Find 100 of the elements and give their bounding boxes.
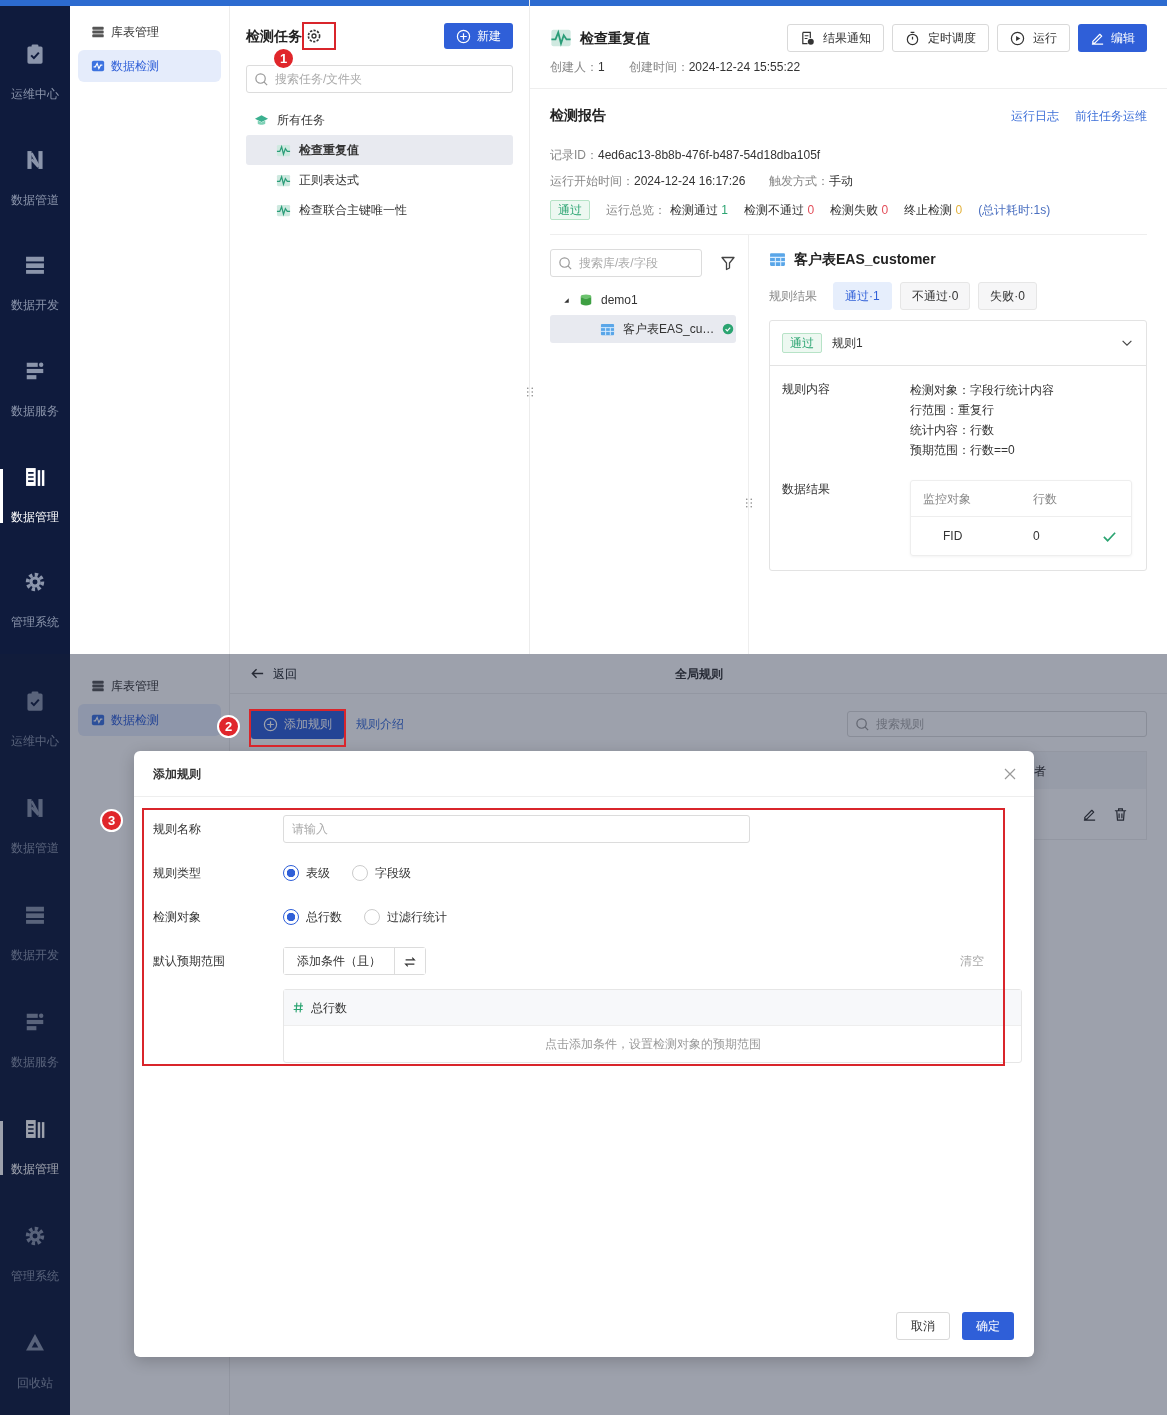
nav-item[interactable]: 运维中心: [0, 20, 70, 126]
dialog-title: 添加规则: [153, 765, 201, 783]
drag-handle-icon[interactable]: [524, 386, 536, 398]
column-header: 监控对象: [922, 490, 972, 508]
status-tag: 通过: [782, 333, 822, 353]
radio-label[interactable]: 表级: [306, 864, 330, 882]
panel-title: 检测任务: [246, 26, 302, 46]
dialog-button[interactable]: 确定: [962, 1312, 1014, 1340]
settings-icon[interactable]: [306, 28, 322, 44]
meta-text: 创建时间：2024-12-24 15:55:22: [628, 59, 801, 76]
search-field[interactable]: 搜索任务/文件夹: [246, 65, 513, 93]
bars-icon: [24, 148, 46, 171]
chart-icon: [91, 59, 105, 73]
radio-label[interactable]: 总行数: [306, 908, 342, 926]
nav-item[interactable]: 管理系统: [0, 548, 70, 654]
rule-detail-text: 检测对象：字段行统计内容: [910, 382, 1055, 399]
tree-item[interactable]: 所有任务: [246, 105, 513, 135]
notify-icon: [800, 30, 815, 46]
server-icon: [91, 25, 105, 39]
new-button[interactable]: 新建: [444, 23, 513, 49]
intro-link[interactable]: 规则介绍: [356, 715, 404, 733]
input-field[interactable]: 请输入: [283, 815, 750, 843]
summary-item: 检测失败 0: [830, 202, 889, 219]
play-icon: [1010, 30, 1025, 46]
toolbar-button[interactable]: 运行: [997, 24, 1070, 52]
chart-icon: [276, 202, 291, 218]
radio-label[interactable]: 过滤行统计: [387, 908, 447, 926]
toolbar-button[interactable]: 结果通知: [787, 24, 884, 52]
rule-detail-text: 统计内容：行数: [910, 422, 995, 439]
filter-tab[interactable]: 不通过·0: [899, 282, 971, 310]
drag-handle-icon[interactable]: [743, 497, 755, 509]
field-label: 检测对象: [153, 909, 202, 926]
duration-text: (总计耗时:1s): [978, 202, 1051, 219]
sidebar-item[interactable]: 库表管理: [78, 16, 221, 48]
empty-hint: 点击添加条件，设置检测对象的预期范围: [543, 1036, 762, 1053]
search-icon: [855, 716, 870, 732]
add-rule-button[interactable]: 添加规则: [251, 709, 344, 739]
table-cell-text: FID: [942, 528, 964, 545]
radio-button[interactable]: [283, 909, 299, 925]
summary-item: 检测不通过 0: [744, 202, 815, 219]
nav-item[interactable]: 数据管道: [0, 125, 70, 232]
table-title: 客户表EAS_customer: [794, 250, 936, 269]
tree-item[interactable]: demo1: [550, 285, 736, 315]
table-cell-text: 0: [1032, 528, 1041, 545]
gear-icon: [24, 1224, 46, 1247]
search-icon: [558, 255, 573, 271]
report-link[interactable]: 运行日志: [1011, 106, 1059, 125]
nav-item[interactable]: 数据服务: [0, 337, 70, 443]
meta-text: 创建人：1: [550, 59, 605, 76]
column-header: 行数: [1032, 490, 1057, 508]
page-title: 全局规则: [673, 665, 724, 683]
hash-icon: [292, 1001, 305, 1014]
sidebar-item[interactable]: 库表管理: [78, 670, 221, 702]
sidebar-item[interactable]: 数据检测: [78, 50, 221, 82]
delete-icon[interactable]: [1113, 806, 1128, 822]
radio-label[interactable]: 字段级: [375, 864, 411, 882]
radio-button[interactable]: [283, 865, 299, 881]
gear-icon: [24, 571, 46, 594]
task-title: 检查重复值: [580, 28, 650, 48]
back-link[interactable]: 返回: [250, 664, 330, 683]
dialog-button[interactable]: 取消: [896, 1312, 950, 1340]
toolbar-button[interactable]: 编辑: [1078, 24, 1147, 52]
rule-detail-text: 预期范围：行数==0: [910, 442, 1016, 459]
clipboard-icon: [24, 42, 46, 65]
chart-icon: [276, 172, 291, 188]
field-label: 数据结果: [782, 481, 831, 498]
report-link[interactable]: 前往任务运维: [1075, 106, 1147, 125]
info-text: 触发方式：手动: [769, 173, 854, 190]
summary-item: 检测通过 1: [670, 202, 729, 219]
swap-button[interactable]: [394, 948, 425, 974]
filter-tab[interactable]: 通过·1: [833, 282, 892, 310]
column-header: 者: [1034, 762, 1046, 780]
search-field[interactable]: 搜索库/表/字段: [550, 249, 702, 277]
info-text: 运行开始时间：2024-12-24 16:17:26: [550, 173, 746, 190]
server-icon: [91, 679, 105, 693]
sidebar-item[interactable]: 数据检测: [78, 704, 221, 736]
filter-tab[interactable]: 失败·0: [978, 282, 1037, 310]
status-tag: 通过: [550, 200, 590, 220]
book-icon: [24, 465, 46, 488]
rule-name: 规则1: [832, 335, 864, 352]
chart-icon: [91, 713, 105, 727]
server-icon: [24, 254, 46, 277]
tree-item[interactable]: 检查重复值: [246, 135, 513, 165]
filter-label: 规则结果: [769, 288, 817, 305]
tree-item[interactable]: 检查联合主键唯一性: [246, 195, 513, 225]
clipboard-icon: [24, 689, 46, 712]
field-label: 默认预期范围: [153, 953, 226, 970]
table-icon: [769, 251, 786, 268]
condition-target: 总行数: [311, 999, 347, 1017]
highlight-frame: [302, 22, 336, 50]
tree-item[interactable]: 正则表达式: [246, 165, 513, 195]
timer-icon: [905, 30, 920, 46]
swap-icon: [403, 954, 417, 969]
back-arrow-icon: [250, 666, 265, 681]
search-icon: [254, 71, 269, 87]
tree-item[interactable]: 客户表EAS_cu…: [550, 315, 736, 343]
nav-item[interactable]: 数据开发: [0, 231, 70, 337]
toolbar-button[interactable]: 定时调度: [892, 24, 989, 52]
filter-icon[interactable]: [720, 255, 736, 271]
database-icon: [579, 293, 593, 307]
